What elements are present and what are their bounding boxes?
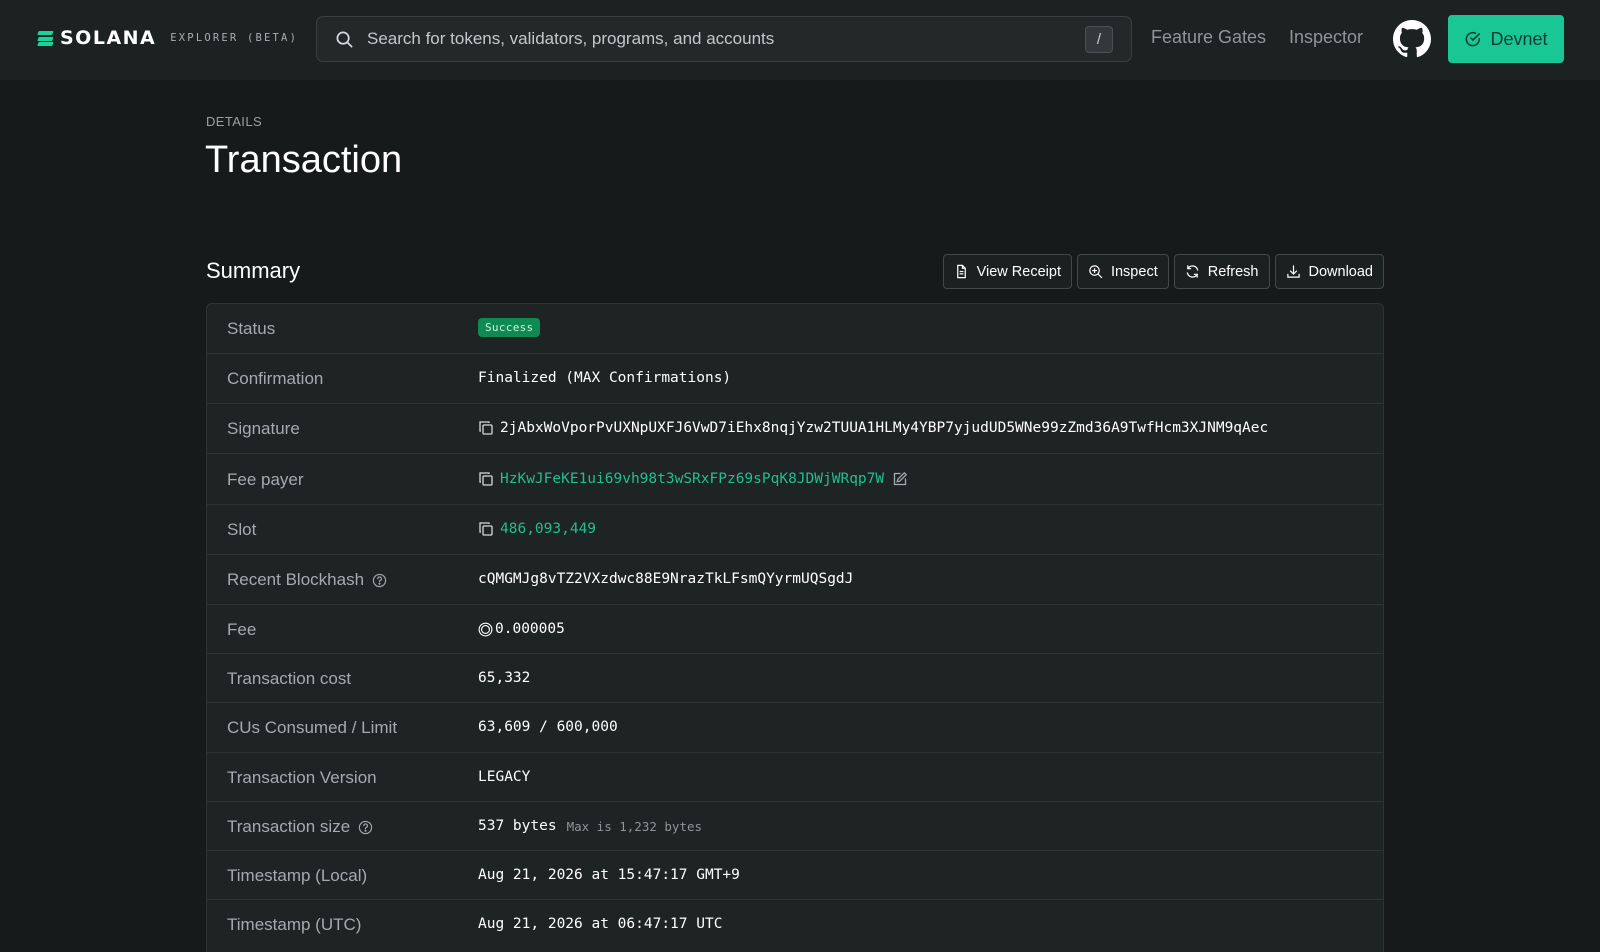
row-label: Transaction cost [227, 669, 352, 688]
row-label: Status [227, 319, 276, 338]
cluster-devnet-button[interactable]: Devnet [1448, 15, 1564, 63]
inspect-button[interactable]: Inspect [1076, 254, 1169, 289]
row-label: Slot [227, 520, 257, 539]
nav-feature-gates-link[interactable]: Feature Gates [1151, 27, 1266, 48]
fee-value: 0.000005 [495, 621, 565, 637]
row-label: Fee [227, 620, 257, 639]
view-receipt-label: View Receipt [976, 263, 1061, 280]
document-icon [956, 264, 966, 279]
row-label: CUs Consumed / Limit [227, 718, 398, 737]
row-transaction-version: Transaction Version LEGACY [207, 752, 1383, 801]
timestamp-utc-value: Aug 21, 2026 at 06:47:17 UTC [478, 916, 723, 932]
check-circle-icon [1466, 31, 1481, 47]
transaction-cost-value: 65,332 [478, 670, 531, 686]
row-recent-blockhash: Recent Blockhash cQMGMJg8vTZ2VXzdwc88E9N… [207, 554, 1383, 604]
row-cus-consumed: CUs Consumed / Limit 63,609 / 600,000 [207, 702, 1383, 752]
download-button[interactable]: Download [1274, 254, 1384, 289]
row-label: Fee payer [227, 470, 304, 489]
page-pretitle: DETAILS [206, 114, 263, 129]
slot-link[interactable]: 486,093,449 [500, 521, 596, 537]
row-status: Status Success [207, 304, 1383, 353]
row-label: Timestamp (Local) [227, 866, 368, 885]
transaction-summary-table: Status Success Confirmation Finalized (M… [206, 303, 1384, 952]
view-receipt-button[interactable]: View Receipt [942, 254, 1072, 289]
help-icon[interactable] [358, 820, 373, 835]
help-icon[interactable] [372, 573, 387, 588]
refresh-button[interactable]: Refresh [1173, 254, 1270, 289]
zoom-in-icon [1089, 265, 1103, 279]
fee-payer-link[interactable]: HzKwJFeKE1ui69vh98t3wSRxFPz69sPqK8JDWjWR… [500, 471, 884, 487]
row-fee-payer: Fee payer HzKwJFeKE1ui69vh98t3wSRxFPz69s… [207, 453, 1383, 504]
search-icon [336, 31, 353, 48]
cus-value: 63,609 / 600,000 [478, 719, 618, 735]
page-title: Transaction [205, 139, 403, 181]
github-icon[interactable] [1393, 20, 1431, 58]
sol-currency-icon [478, 622, 493, 636]
blockhash-value: cQMGMJg8vTZ2VXzdwc88E9NrazTkLFsmQYyrmUQS… [478, 571, 854, 587]
signature-value: 2jAbxWoVporPvUXNpUXFJ6VwD7iEhx8nqjYzw2TU… [500, 420, 1269, 436]
version-value: LEGACY [478, 769, 531, 785]
row-slot: Slot 486,093,449 [207, 504, 1383, 554]
search-bar[interactable]: / [316, 16, 1132, 62]
summary-actions: View Receipt Inspect Refresh Download [942, 254, 1384, 289]
row-confirmation: Confirmation Finalized (MAX Confirmation… [207, 353, 1383, 403]
brand-subtitle: EXPLORER (BETA) [170, 32, 299, 44]
solana-logo-icon [37, 30, 54, 46]
size-limit-note: Max is 1,232 bytes [566, 818, 703, 834]
top-navbar: SOLANA EXPLORER (BETA) / Feature Gates I… [0, 0, 1600, 80]
brand-wordmark: SOLANA [60, 27, 157, 49]
refresh-icon [1186, 265, 1198, 278]
cluster-label: Devnet [1490, 28, 1548, 49]
inspect-label: Inspect [1110, 263, 1158, 280]
solana-explorer-logo[interactable]: SOLANA EXPLORER (BETA) [37, 27, 299, 49]
search-shortcut-key: / [1085, 26, 1113, 53]
row-label: Transaction size [227, 817, 351, 836]
nav-inspector-link[interactable]: Inspector [1289, 27, 1363, 48]
row-signature: Signature 2jAbxWoVporPvUXNpUXFJ6VwD7iEhx… [207, 403, 1383, 453]
status-badge: Success [478, 318, 541, 337]
download-icon [1286, 265, 1300, 278]
row-fee: Fee 0.000005 [207, 604, 1383, 653]
row-label: Recent Blockhash [227, 570, 365, 589]
copy-icon[interactable] [478, 471, 494, 487]
search-input[interactable] [367, 17, 1047, 61]
confirmation-value: Finalized (MAX Confirmations) [478, 370, 732, 386]
row-label: Confirmation [227, 369, 324, 388]
row-timestamp-utc: Timestamp (UTC) Aug 21, 2026 at 06:47:17… [207, 899, 1383, 952]
download-label: Download [1308, 263, 1374, 280]
row-transaction-size: Transaction size 537 bytes Max is 1,232 … [207, 801, 1383, 850]
copy-icon[interactable] [478, 521, 494, 537]
row-label: Signature [227, 419, 300, 438]
row-timestamp-local: Timestamp (Local) Aug 21, 2026 at 15:47:… [207, 850, 1383, 899]
copy-icon[interactable] [478, 420, 494, 436]
size-value: 537 bytes [478, 818, 557, 834]
row-label: Transaction Version [227, 768, 377, 787]
summary-title: Summary [206, 258, 301, 283]
refresh-label: Refresh [1207, 263, 1259, 280]
row-label: Timestamp (UTC) [227, 915, 362, 934]
row-transaction-cost: Transaction cost 65,332 [207, 653, 1383, 702]
timestamp-local-value: Aug 21, 2026 at 15:47:17 GMT+9 [478, 867, 740, 883]
edit-icon[interactable] [892, 471, 908, 487]
